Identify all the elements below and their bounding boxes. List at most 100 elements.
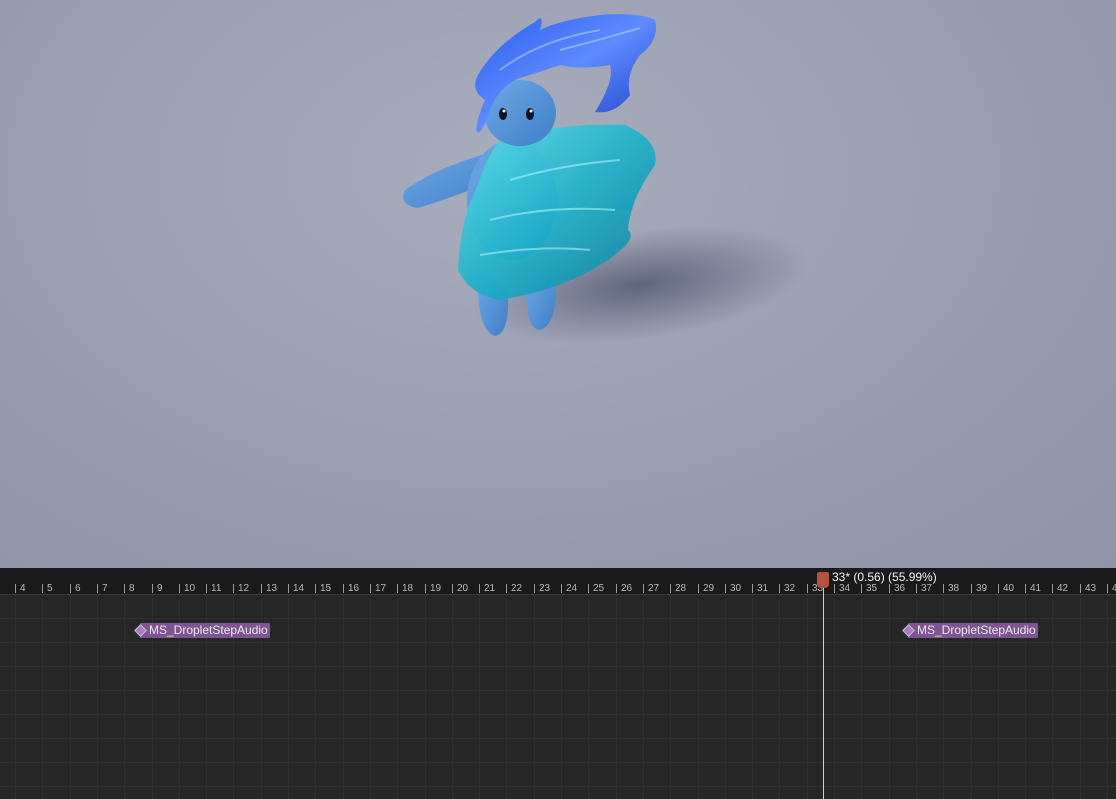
- ruler-tick-label: 42: [1057, 583, 1069, 594]
- ruler-tick-label: 14: [293, 583, 305, 594]
- track-grid-line: [15, 595, 16, 799]
- playhead-handle[interactable]: [817, 572, 829, 588]
- ruler-tick: [616, 584, 617, 593]
- ruler-tick: [479, 584, 480, 593]
- ruler-tick-label: 10: [184, 583, 196, 594]
- ruler-tick: [588, 584, 589, 593]
- ruler-tick-label: 7: [102, 583, 108, 594]
- track-grid-line: [315, 595, 316, 799]
- ruler-tick: [889, 584, 890, 593]
- ruler-tick-label: 11: [211, 583, 222, 594]
- notify-timeline[interactable]: 4 5 6 7 8 9 10 11 12 13 14 15 16 17 18 19 20 21 22 23 24 25 26…: [0, 568, 1116, 799]
- track-grid-line: [561, 595, 562, 799]
- frame-ruler[interactable]: 4 5 6 7 8 9 10 11 12 13 14 15 16 17 18 19 20 21 22 23 24 25 26…: [0, 568, 1116, 595]
- ruler-tick-label: 43: [1085, 583, 1097, 594]
- track-grid-line: [1052, 595, 1053, 799]
- ruler-tick: [1080, 584, 1081, 593]
- ruler-tick-label: 6: [75, 583, 81, 594]
- ruler-tick-label: 31: [757, 583, 769, 594]
- ruler-tick: [425, 584, 426, 593]
- track-grid-line: [779, 595, 780, 799]
- character-preview: [403, 14, 809, 345]
- ruler-tick: [288, 584, 289, 593]
- ruler-tick-label: 20: [457, 583, 469, 594]
- track-grid-line: [616, 595, 617, 799]
- track-grid-line: [889, 595, 890, 799]
- track-grid-line: [534, 595, 535, 799]
- ruler-tick: [1052, 584, 1053, 593]
- track-grid-line: [752, 595, 753, 799]
- ruler-tick-label: 19: [430, 583, 442, 594]
- ruler-tick: [206, 584, 207, 593]
- track-grid-line: [425, 595, 426, 799]
- ruler-tick: [725, 584, 726, 593]
- ruler-tick-label: 36: [894, 583, 906, 594]
- ruler-tick: [971, 584, 972, 593]
- ruler-tick-label: 22: [511, 583, 523, 594]
- ruler-tick-label: 9: [157, 583, 163, 594]
- animation-viewport[interactable]: [0, 0, 1116, 568]
- track-grid-line: [70, 595, 71, 799]
- ruler-tick: [343, 584, 344, 593]
- ruler-tick: [1107, 584, 1108, 593]
- track-grid-line: [124, 595, 125, 799]
- track-grid-line: [643, 595, 644, 799]
- notify-label: MS_DropletStepAudio: [917, 623, 1036, 637]
- notify-marker[interactable]: MS_DropletStepAudio: [134, 623, 270, 638]
- ruler-tick-label: 25: [593, 583, 605, 594]
- ruler-tick-label: 16: [348, 583, 360, 594]
- track-grid-line: [1080, 595, 1081, 799]
- character-right-eye: [526, 108, 534, 120]
- track-grid-line: [834, 595, 835, 799]
- ruler-tick-label: 38: [948, 583, 960, 594]
- ruler-tick: [643, 584, 644, 593]
- ruler-tick-label: 8: [129, 583, 135, 594]
- ruler-tick-label: 4: [1112, 583, 1116, 594]
- ruler-tick: [670, 584, 671, 593]
- track-grid-line: [1107, 595, 1108, 799]
- ruler-tick-label: 30: [730, 583, 742, 594]
- ruler-tick: [698, 584, 699, 593]
- ruler-tick: [70, 584, 71, 593]
- ruler-tick: [861, 584, 862, 593]
- ruler-tick: [152, 584, 153, 593]
- ruler-tick: [752, 584, 753, 593]
- ruler-tick: [452, 584, 453, 593]
- track-grid-line: [343, 595, 344, 799]
- ruler-tick-label: 41: [1030, 583, 1042, 594]
- ruler-tick: [561, 584, 562, 593]
- notify-marker[interactable]: MS_DropletStepAudio: [902, 623, 1038, 638]
- ruler-tick: [179, 584, 180, 593]
- track-grid-line: [288, 595, 289, 799]
- track-grid-line: [397, 595, 398, 799]
- ruler-tick: [834, 584, 835, 593]
- ruler-tick-label: 17: [375, 583, 387, 594]
- ruler-tick-label: 4: [20, 583, 26, 594]
- track-grid-line: [97, 595, 98, 799]
- ruler-tick: [807, 584, 808, 593]
- track-grid-line: [588, 595, 589, 799]
- ruler-tick: [779, 584, 780, 593]
- ruler-tick-label: 29: [703, 583, 715, 594]
- track-grid-line: [670, 595, 671, 799]
- ruler-tick: [370, 584, 371, 593]
- notify-label: MS_DropletStepAudio: [149, 623, 268, 637]
- ruler-tick: [233, 584, 234, 593]
- ruler-tick-label: 18: [402, 583, 414, 594]
- playhead-line[interactable]: [823, 576, 824, 799]
- ruler-tick-label: 26: [621, 583, 633, 594]
- ruler-tick: [998, 584, 999, 593]
- ruler-tick-label: 27: [648, 583, 660, 594]
- track-grid-line: [479, 595, 480, 799]
- ruler-tick-label: 5: [47, 583, 53, 594]
- ruler-tick-label: 13: [266, 583, 278, 594]
- ruler-tick: [1025, 584, 1026, 593]
- ruler-tick: [397, 584, 398, 593]
- ruler-tick-label: 34: [839, 583, 851, 594]
- playhead-frame-readout: 33* (0.56) (55.99%): [832, 570, 937, 584]
- track-grid-line: [452, 595, 453, 799]
- ruler-tick: [42, 584, 43, 593]
- ruler-tick: [916, 584, 917, 593]
- ruler-tick: [534, 584, 535, 593]
- ruler-tick: [506, 584, 507, 593]
